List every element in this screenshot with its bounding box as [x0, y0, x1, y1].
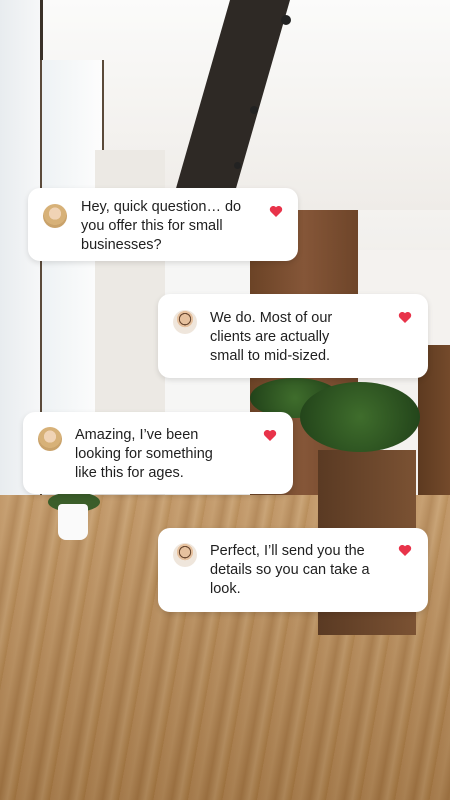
message-line: like this for ages. [75, 465, 184, 481]
chat-bubble-1: Hey, quick question… do you offer this f… [28, 188, 298, 261]
plant-pot [58, 504, 88, 540]
message-line: Perfect, I’ll send you the [210, 543, 365, 559]
plant-foliage [300, 382, 420, 452]
chat-message-text: Amazing, I’ve been looking for something… [75, 426, 213, 483]
male-avatar-icon [173, 310, 197, 334]
chat-message-text: We do. Most of our clients are actually … [210, 309, 332, 366]
heart-icon[interactable] [398, 311, 412, 323]
message-line: Hey, quick question… do [81, 199, 242, 215]
heart-icon[interactable] [263, 429, 277, 441]
message-line: Amazing, I’ve been [75, 427, 199, 443]
message-line: clients are actually [210, 329, 330, 345]
message-line: you offer this for small [81, 218, 223, 234]
ceiling-light [281, 15, 291, 25]
message-line: looking for something [75, 446, 213, 462]
female-avatar-icon [38, 427, 62, 451]
ceiling-light [234, 162, 241, 169]
male-avatar-icon [173, 543, 197, 567]
chat-message-text: Hey, quick question… do you offer this f… [81, 198, 241, 255]
chat-bubble-3: Amazing, I’ve been looking for something… [23, 412, 293, 494]
heart-icon[interactable] [398, 544, 412, 556]
office-hallway-background: Hey, quick question… do you offer this f… [0, 0, 450, 800]
chat-bubble-2: We do. Most of our clients are actually … [158, 294, 428, 378]
message-line: businesses? [81, 237, 162, 253]
ceiling-light [250, 106, 258, 114]
chat-message-text: Perfect, I’ll send you the details so yo… [210, 542, 370, 599]
chat-bubble-4: Perfect, I’ll send you the details so yo… [158, 528, 428, 612]
heart-icon[interactable] [269, 205, 283, 217]
message-line: look. [210, 581, 241, 597]
message-line: small to mid-sized. [210, 348, 331, 364]
message-line: details so you can take a [210, 562, 370, 578]
female-avatar-icon [43, 204, 67, 228]
message-line: We do. Most of our [210, 310, 333, 326]
